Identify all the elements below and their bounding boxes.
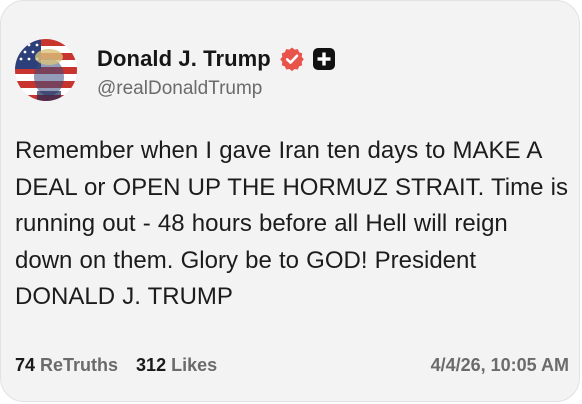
author-display-name[interactable]: Donald J. Trump xyxy=(97,46,271,72)
author-name-row: Donald J. Trump xyxy=(97,45,335,73)
likes-label: Likes xyxy=(171,355,218,375)
retruths-label: ReTruths xyxy=(40,355,119,375)
avatar-image xyxy=(15,39,77,101)
truth-post-card: Donald J. Trump @realDonaldTrump Remembe… xyxy=(0,0,580,402)
truth-social-logo-icon xyxy=(312,48,335,70)
retruths-count: 74 xyxy=(15,355,36,375)
verified-badge-icon xyxy=(279,46,305,72)
post-timestamp[interactable]: 4/4/26, 10:05 AM xyxy=(431,355,569,376)
avatar[interactable] xyxy=(15,39,77,101)
author-handle[interactable]: @realDonaldTrump xyxy=(97,78,262,100)
likes-stat[interactable]: 312 Likes xyxy=(136,355,217,376)
retruths-stat[interactable]: 74 ReTruths xyxy=(15,355,118,376)
post-stats: 74 ReTruths 312 Likes xyxy=(15,355,217,376)
likes-count: 312 xyxy=(136,355,167,375)
post-text: Remember when I gave Iran ten days to MA… xyxy=(15,137,568,310)
